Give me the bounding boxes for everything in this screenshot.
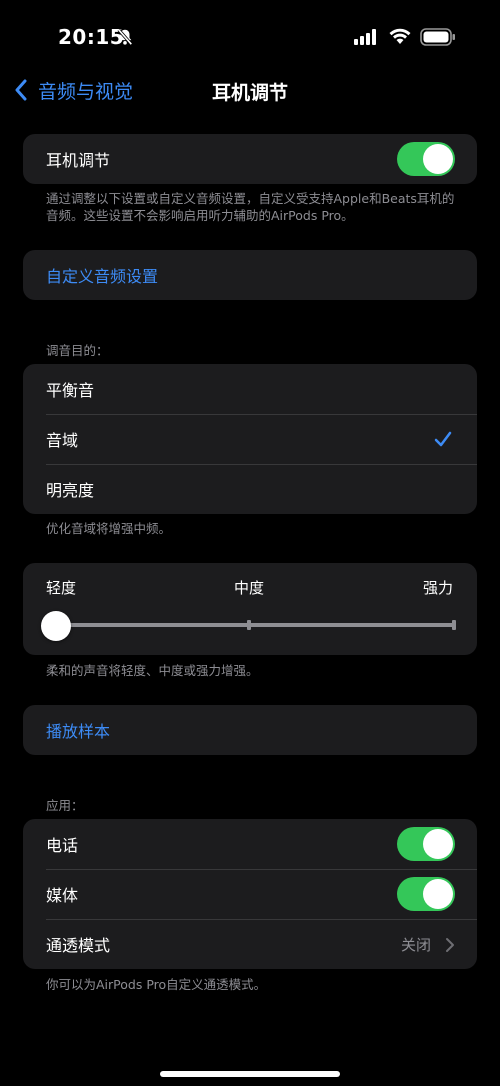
toggle-knob	[423, 829, 453, 859]
status-bar: 20:15	[0, 0, 500, 70]
cellular-signal-icon	[354, 29, 376, 45]
navigation-bar: 音频与视觉 耳机调节	[0, 70, 500, 110]
strength-label-slight: 轻度	[46, 579, 77, 597]
toggle-knob	[423, 879, 453, 909]
tune-option-brightness[interactable]: 明亮度	[23, 464, 477, 514]
play-sample-group: 播放样本	[23, 705, 477, 755]
chevron-right-icon	[446, 938, 454, 952]
strength-label-strong: 强力	[422, 579, 453, 597]
battery-icon	[420, 28, 455, 46]
apply-phone-toggle[interactable]	[397, 827, 455, 861]
headphone-accommodations-label: 耳机调节	[46, 151, 111, 170]
headphone-accommodations-group: 耳机调节	[23, 134, 477, 184]
transparency-mode-value: 关闭	[400, 936, 431, 954]
tune-option-label: 平衡音	[46, 381, 95, 400]
slider-tick-end	[452, 620, 456, 630]
strength-slider-track[interactable]	[55, 623, 455, 627]
apply-phone-row: 电话	[23, 819, 477, 869]
bell-slash-icon	[117, 28, 133, 46]
wifi-icon	[389, 28, 411, 44]
headphone-accommodations-toggle[interactable]	[397, 142, 455, 176]
strength-label-moderate: 中度	[234, 579, 265, 597]
tune-footnote: 优化音域将增强中频。	[46, 521, 172, 536]
headphone-accommodations-footnote: 通过调整以下设置或自定义音频设置，自定义受支持Apple和Beats耳机的音频。…	[46, 191, 455, 223]
play-sample-button[interactable]: 播放样本	[23, 705, 477, 755]
home-indicator[interactable]	[160, 1071, 340, 1077]
custom-audio-group: 自定义音频设置	[23, 250, 477, 300]
custom-audio-setup-button[interactable]: 自定义音频设置	[23, 250, 477, 300]
toggle-knob	[423, 144, 453, 174]
headphone-accommodations-row: 耳机调节	[23, 134, 477, 184]
apply-media-row: 媒体	[23, 869, 477, 919]
tune-for-header: 调音目的：	[46, 343, 109, 358]
apply-phone-label: 电话	[46, 836, 79, 855]
apply-with-header: 应用：	[46, 798, 84, 813]
strength-footnote: 柔和的声音将轻度、中度或强力增强。	[46, 663, 259, 678]
tune-option-vocal-range[interactable]: 音域	[23, 414, 477, 464]
boost-strength-group: 轻度 中度 强力	[23, 563, 477, 655]
tune-option-label: 明亮度	[46, 481, 95, 500]
checkmark-icon	[434, 431, 452, 447]
tune-for-group: 平衡音 音域 明亮度	[23, 364, 477, 514]
transparency-mode-row[interactable]: 通透模式 关闭	[23, 919, 477, 969]
tune-option-balanced[interactable]: 平衡音	[23, 364, 477, 414]
apply-footnote: 你可以为AirPods Pro自定义通透模式。	[46, 977, 267, 992]
apply-with-group: 电话 媒体 通透模式 关闭	[23, 819, 477, 969]
transparency-mode-label: 通透模式	[46, 936, 111, 955]
strength-slider-thumb[interactable]	[41, 611, 71, 641]
apply-media-label: 媒体	[46, 886, 79, 905]
apply-media-toggle[interactable]	[397, 877, 455, 911]
tune-option-label: 音域	[46, 431, 79, 450]
slider-tick-middle	[247, 620, 251, 630]
page-title: 耳机调节	[211, 82, 288, 104]
status-time: 20:15	[58, 25, 125, 49]
